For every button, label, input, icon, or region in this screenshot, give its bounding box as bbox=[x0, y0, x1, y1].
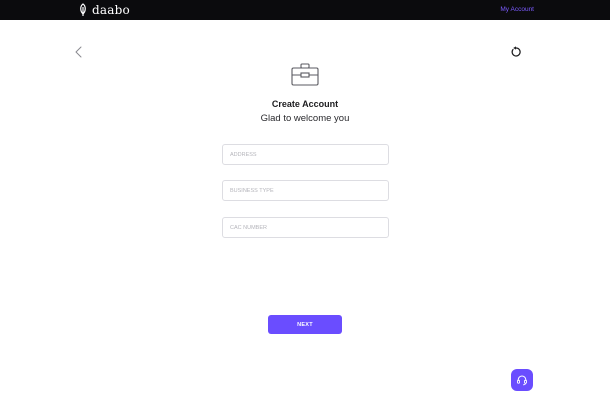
business-type-field[interactable] bbox=[222, 180, 389, 201]
page-title: Create Account bbox=[271, 99, 339, 109]
headset-icon bbox=[517, 375, 527, 386]
leaf-logo-icon bbox=[80, 3, 86, 16]
support-chat-button[interactable] bbox=[511, 369, 533, 391]
page-subtitle: Glad to welcome you bbox=[260, 113, 350, 124]
briefcase-icon bbox=[291, 63, 319, 86]
address-field[interactable] bbox=[222, 144, 389, 165]
cac-number-field[interactable] bbox=[222, 217, 389, 238]
refresh-icon[interactable] bbox=[510, 46, 522, 58]
my-account-link[interactable]: My Account bbox=[500, 5, 534, 15]
top-bar: daabo My Account bbox=[0, 0, 610, 20]
brand-name: daabo bbox=[92, 3, 130, 17]
next-button[interactable]: NEXT bbox=[268, 315, 342, 334]
brand-logo[interactable]: daabo bbox=[78, 2, 130, 18]
chevron-left-icon[interactable] bbox=[72, 45, 86, 59]
